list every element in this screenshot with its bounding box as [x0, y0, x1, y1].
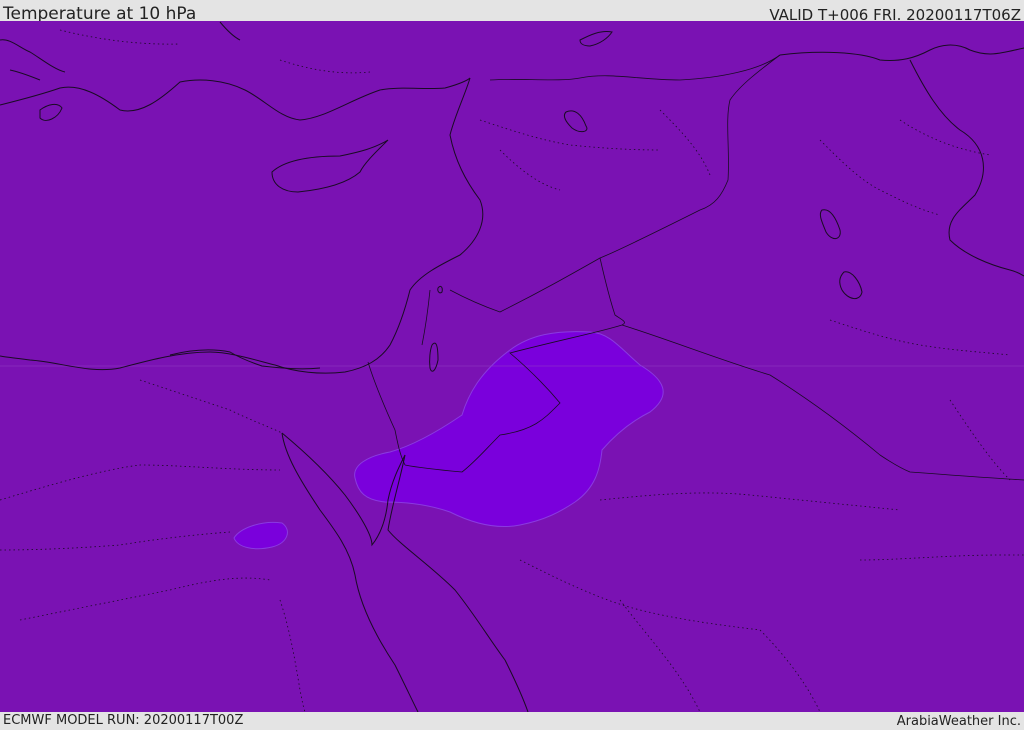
map-canvas [0, 21, 1024, 712]
map-header: Temperature at 10 hPa VALID T+006 FRI. 2… [0, 0, 1024, 24]
credit-label: ArabiaWeather Inc. [896, 714, 1021, 729]
temperature-map [0, 21, 1024, 712]
map-footer: ECMWF MODEL RUN: 20200117T00Z ArabiaWeat… [0, 712, 1024, 729]
model-run-label: ECMWF MODEL RUN: 20200117T00Z [3, 713, 244, 728]
